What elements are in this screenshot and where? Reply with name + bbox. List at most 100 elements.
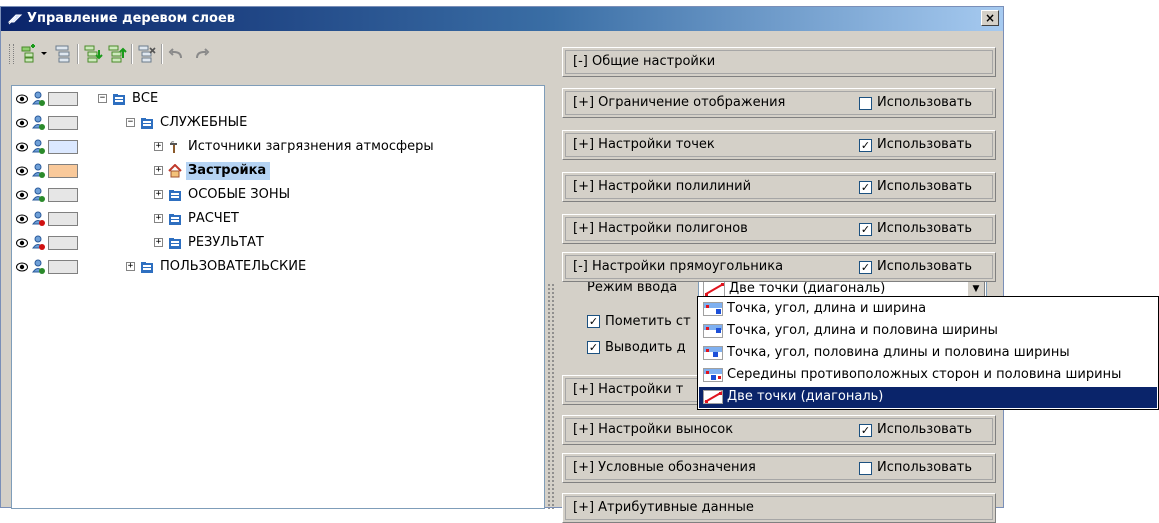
visibility-eye-icon[interactable]	[16, 141, 28, 152]
section-title[interactable]: [+] Условные обозначения	[573, 460, 756, 476]
pane-splitter[interactable]	[547, 283, 555, 509]
delete-layer-button[interactable]	[137, 44, 157, 64]
layer-properties-button[interactable]	[53, 44, 73, 64]
tree-row[interactable]: − ВСЕ	[12, 88, 544, 110]
layer-color-swatch[interactable]	[48, 260, 78, 274]
settings-section-header[interactable]: [-] Настройки прямоугольника ✓ Использоват…	[562, 252, 996, 282]
move-down-icon	[84, 45, 103, 63]
use-checkbox-label: Использовать	[877, 422, 973, 437]
layer-color-swatch[interactable]	[48, 212, 78, 226]
visibility-eye-icon[interactable]	[16, 213, 28, 224]
settings-section-header[interactable]: [+] Условные обозначения Использовать	[562, 453, 996, 483]
section-title[interactable]: [+] Настройки точек	[573, 137, 715, 153]
use-checkbox[interactable]: ✓	[859, 261, 872, 274]
input-mode-option[interactable]: Две точки (диагональ)	[699, 387, 1157, 408]
settings-section-header[interactable]: [+] Настройки выносок ✓ Использовать	[562, 415, 996, 445]
two-points-diagonal-icon	[703, 390, 723, 404]
tree-row[interactable]: + ОСОБЫЕ ЗОНЫ	[12, 184, 544, 206]
visibility-eye-icon[interactable]	[16, 117, 28, 128]
close-button[interactable]: ×	[981, 10, 999, 26]
layer-color-swatch[interactable]	[48, 188, 78, 202]
visibility-eye-icon[interactable]	[16, 261, 28, 272]
visibility-eye-icon[interactable]	[16, 93, 28, 104]
tree-row[interactable]: + ПОЛЬЗОВАТЕЛЬСКИЕ	[12, 256, 544, 278]
point-angle-length-halfwidth-icon	[703, 324, 723, 338]
visibility-eye-icon[interactable]	[16, 165, 28, 176]
editable-person-icon[interactable]	[32, 211, 46, 227]
section-title[interactable]: [-] Общие настройки	[573, 54, 715, 70]
mark-checkbox-label: Пометить ст	[605, 314, 691, 329]
use-checkbox[interactable]: ✓	[859, 424, 872, 437]
input-mode-option[interactable]: Точка, угол, длина и ширина	[699, 299, 1157, 320]
section-title[interactable]: [-] Настройки прямоугольника	[573, 259, 783, 275]
settings-section-header[interactable]: [+] Ограничение отображения Использовать	[562, 88, 996, 118]
use-checkbox[interactable]	[859, 462, 872, 475]
expand-toggle[interactable]: +	[154, 214, 163, 223]
undo-icon	[168, 48, 182, 59]
input-mode-dropdown-list[interactable]: Точка, угол, длина и ширина Точка, угол, …	[697, 296, 1159, 410]
section-title[interactable]: [+] Настройки т	[573, 382, 683, 398]
redo-button[interactable]	[191, 44, 211, 64]
input-mode-option[interactable]: Точка, угол, длина и половина ширины	[699, 321, 1157, 342]
add-layer-button[interactable]	[19, 44, 49, 64]
editable-person-icon[interactable]	[32, 91, 46, 107]
layer-tree[interactable]: − ВСЕ − СЛУЖЕБНЫЕ + Источники загрязнения атм…	[11, 85, 545, 509]
expand-toggle[interactable]: +	[126, 262, 135, 271]
visibility-eye-icon[interactable]	[16, 237, 28, 248]
tree-row[interactable]: + Источники загрязнения атмосферы	[12, 136, 544, 158]
editable-person-icon[interactable]	[32, 187, 46, 203]
expand-toggle[interactable]: −	[126, 118, 135, 127]
editable-person-icon[interactable]	[32, 259, 46, 275]
section-title[interactable]: [+] Настройки полилиний	[573, 179, 751, 195]
editable-person-icon[interactable]	[32, 235, 46, 251]
expand-toggle[interactable]: +	[154, 142, 163, 151]
move-up-icon	[108, 45, 127, 63]
layer-color-swatch[interactable]	[48, 116, 78, 130]
house-icon	[168, 163, 182, 178]
settings-section-header[interactable]: [+] Настройки т	[562, 375, 702, 405]
use-checkbox[interactable]	[859, 97, 872, 110]
editable-person-icon[interactable]	[32, 115, 46, 131]
tree-row[interactable]: + РАСЧЕТ	[12, 208, 544, 230]
folder-icon	[140, 116, 154, 130]
point-angle-halflength-halfwidth-icon	[703, 346, 723, 360]
editable-person-icon[interactable]	[32, 163, 46, 179]
section-title[interactable]: [+] Настройки полигонов	[573, 221, 748, 237]
settings-section-header[interactable]: [+] Настройки полилиний ✓ Использовать	[562, 172, 996, 202]
section-title[interactable]: [+] Ограничение отображения	[573, 95, 785, 111]
tree-row-label: ПОЛЬЗОВАТЕЛЬСКИЕ	[160, 259, 307, 274]
tree-row[interactable]: + Застройка	[12, 160, 544, 182]
layer-color-swatch[interactable]	[48, 164, 78, 178]
use-checkbox[interactable]: ✓	[859, 139, 872, 152]
settings-section-header[interactable]: [+] Атрибутивные данные	[562, 493, 996, 523]
tree-row[interactable]: − СЛУЖЕБНЫЕ	[12, 112, 544, 134]
expand-toggle[interactable]: +	[154, 166, 163, 175]
use-checkbox[interactable]: ✓	[859, 223, 872, 236]
undo-button[interactable]	[167, 44, 187, 64]
section-title[interactable]: [+] Атрибутивные данные	[573, 500, 754, 516]
expand-toggle[interactable]: +	[154, 190, 163, 199]
move-down-button[interactable]	[83, 44, 103, 64]
output-checkbox[interactable]: ✓	[587, 341, 600, 354]
layer-color-swatch[interactable]	[48, 92, 78, 106]
midpoints-halfwidth-icon	[703, 368, 723, 382]
settings-section-header[interactable]: [+] Настройки точек ✓ Использовать	[562, 130, 996, 160]
input-mode-option[interactable]: Середины противоположных сторон и полови…	[699, 365, 1157, 386]
tree-row[interactable]: + РЕЗУЛЬТАТ	[12, 232, 544, 254]
move-up-button[interactable]	[107, 44, 127, 64]
expand-toggle[interactable]: +	[154, 238, 163, 247]
toolbar-grip[interactable]	[9, 44, 14, 64]
two-points-diagonal-icon	[703, 281, 725, 297]
tree-row-label: ОСОБЫЕ ЗОНЫ	[188, 187, 291, 202]
layer-color-swatch[interactable]	[48, 140, 78, 154]
input-mode-option[interactable]: Точка, угол, половина длины и половина ш…	[699, 343, 1157, 364]
visibility-eye-icon[interactable]	[16, 189, 28, 200]
layer-color-swatch[interactable]	[48, 236, 78, 250]
expand-toggle[interactable]: −	[98, 94, 107, 103]
settings-section-header[interactable]: [+] Настройки полигонов ✓ Использовать	[562, 214, 996, 244]
use-checkbox[interactable]: ✓	[859, 181, 872, 194]
editable-person-icon[interactable]	[32, 139, 46, 155]
section-title[interactable]: [+] Настройки выносок	[573, 422, 733, 438]
mark-checkbox[interactable]: ✓	[587, 315, 600, 328]
settings-section-header[interactable]: [-] Общие настройки	[562, 47, 996, 77]
